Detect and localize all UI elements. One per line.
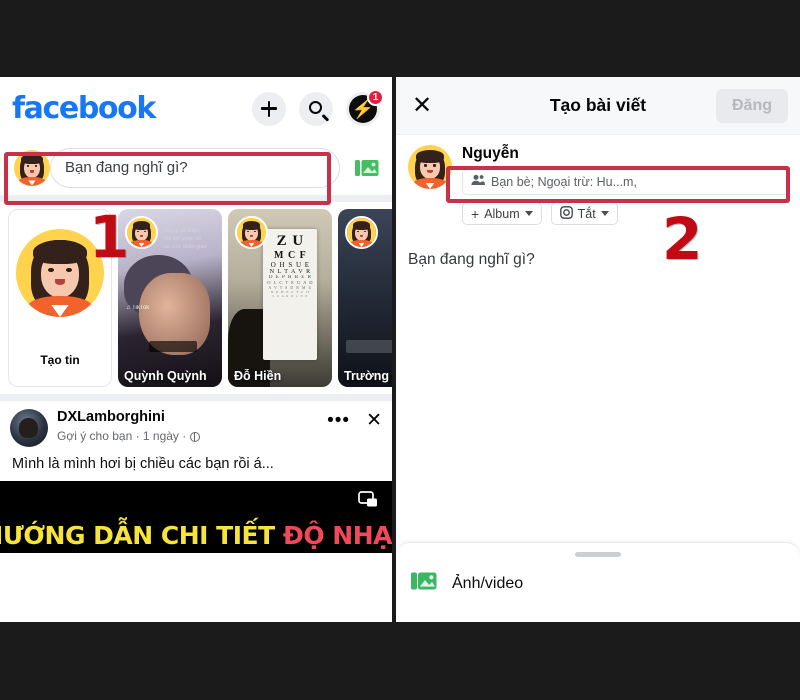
- photo-video-row[interactable]: Ảnh/video: [396, 557, 800, 598]
- screenshot-root: facebook ⚡ 1 Bạn đang nghĩ gì? Tạo tin t…: [0, 0, 800, 700]
- friends-icon: [471, 173, 485, 191]
- story-author-avatar: [345, 216, 378, 249]
- section-divider: [0, 195, 392, 202]
- camera-chip[interactable]: Tắt: [550, 202, 618, 225]
- composer-input[interactable]: Bạn đang nghĩ gì?: [50, 147, 340, 188]
- avatar: [16, 229, 104, 317]
- avatar[interactable]: [408, 145, 452, 189]
- story-card[interactable]: Trường Lam: [338, 209, 392, 387]
- story-music-tag: ♫ TikTok: [126, 305, 150, 312]
- chevron-down-icon: [600, 211, 609, 216]
- story-author-avatar: [125, 216, 158, 249]
- story-create-photo: [9, 210, 111, 336]
- camera-icon: [559, 205, 573, 222]
- create-post-identity: Nguyễn Bạn bè; Ngoại trừ: Hu...m, + Albu…: [396, 135, 800, 225]
- plus-icon[interactable]: [252, 91, 286, 126]
- facebook-feed-panel: facebook ⚡ 1 Bạn đang nghĩ gì? Tạo tin t…: [0, 77, 392, 622]
- feed-composer-row[interactable]: Bạn đang nghĩ gì?: [0, 140, 392, 195]
- header-actions: ⚡ 1: [252, 88, 384, 126]
- story-card[interactable]: Z U M C F O H S U E N L T A V R D E P H …: [228, 209, 332, 387]
- feed-post: DXLamborghini Gợi ý cho bạn · 1 ngày · •…: [0, 401, 392, 481]
- story-create-card[interactable]: Tạo tin: [8, 209, 112, 387]
- story-create-label: Tạo tin: [9, 334, 111, 386]
- album-chip-label: Album: [484, 206, 520, 221]
- create-post-header: ✕ Tạo bài viết Đăng: [396, 77, 800, 135]
- messenger-icon[interactable]: ⚡ 1: [346, 88, 384, 126]
- avatar[interactable]: [14, 149, 50, 186]
- audience-value: Bạn bè; Ngoại trừ: Hu...m,: [491, 175, 637, 189]
- post-meta: DXLamborghini Gợi ý cho bạn · 1 ngày ·: [57, 409, 200, 443]
- plus-icon-horizontal-bar: [261, 107, 277, 110]
- identity-column: Nguyễn Bạn bè; Ngoại trừ: Hu...m, + Albu…: [462, 145, 788, 225]
- user-name: Nguyễn: [462, 145, 519, 162]
- post-button[interactable]: Đăng: [716, 88, 788, 123]
- search-icon-handle: [321, 113, 330, 122]
- eye-chart-overlay: Z U M C F O H S U E N L T A V R D E P H …: [263, 228, 318, 361]
- stories-tray[interactable]: Tạo tin tian qi ao Diệu hồi đết yoan uế và…: [0, 202, 392, 394]
- composer-chips: + Album Tắt: [462, 202, 788, 225]
- story-overlay-text: tian qi ao Diệu hồi đết yoan uế và cuối kh…: [163, 227, 207, 251]
- post-author-avatar[interactable]: [10, 409, 48, 447]
- post-subtitle: Gợi ý cho bạn · 1 ngày ·: [57, 429, 200, 443]
- post-body-text: Mình là mình hơi bị chiều các bạn rồi á.…: [12, 456, 274, 472]
- photo-video-label: Ảnh/video: [452, 574, 524, 592]
- album-chip[interactable]: + Album: [462, 202, 542, 225]
- post-media[interactable]: HƯỚNG DẪN CHI TIẾT ĐỘ NHẠY: [0, 481, 392, 553]
- story-author-name: Đỗ Hiền: [234, 369, 282, 383]
- post-subtitle-text: Gợi ý cho bạn · 1 ngày ·: [57, 429, 187, 444]
- composer-placeholder: Bạn đang nghĩ gì?: [65, 159, 188, 176]
- story-author-avatar: [235, 216, 268, 249]
- search-icon[interactable]: [299, 91, 333, 126]
- bottom-sheet: Ảnh/video: [396, 542, 800, 622]
- post-actions: ••• ✕: [327, 409, 382, 431]
- story-sticker: [149, 340, 198, 352]
- post-text-input[interactable]: Bạn đang nghĩ gì?: [396, 225, 800, 269]
- search-icon-lens: [308, 101, 322, 114]
- media-banner-red: ĐỘ NHẠY: [282, 521, 392, 550]
- photo-icon[interactable]: [354, 157, 380, 179]
- media-banner: HƯỚNG DẪN CHI TIẾT ĐỘ NHẠY: [0, 521, 392, 553]
- post-header: DXLamborghini Gợi ý cho bạn · 1 ngày · •…: [10, 409, 382, 447]
- story-card[interactable]: tian qi ao Diệu hồi đết yoan uế và cuối kh…: [118, 209, 222, 387]
- facebook-logo: facebook: [12, 91, 156, 126]
- chevron-down-icon: [524, 211, 533, 216]
- story-author-name: Trường Lam: [344, 369, 392, 383]
- story-author-name: Quỳnh Quỳnh: [124, 369, 207, 383]
- audience-selector[interactable]: Bạn bè; Ngoại trừ: Hu...m,: [462, 169, 788, 195]
- media-banner-yellow: HƯỚNG DẪN CHI TIẾT: [0, 521, 275, 550]
- messenger-unread-badge: 1: [367, 88, 384, 106]
- close-icon[interactable]: ✕: [366, 411, 382, 430]
- post-author-name[interactable]: DXLamborghini: [57, 409, 200, 426]
- more-options-icon[interactable]: •••: [327, 411, 350, 431]
- create-post-panel: ✕ Tạo bài viết Đăng Nguyễn Bạn bè; Ngoại…: [396, 77, 800, 622]
- close-icon[interactable]: ✕: [412, 93, 432, 117]
- globe-icon: [189, 431, 200, 442]
- photo-video-icon: [410, 569, 438, 598]
- camera-chip-label: Tắt: [577, 206, 596, 221]
- facebook-app-header: facebook ⚡ 1: [0, 77, 392, 140]
- plus-icon: +: [471, 205, 480, 222]
- picture-in-picture-icon[interactable]: [358, 491, 378, 508]
- section-divider: [0, 394, 392, 401]
